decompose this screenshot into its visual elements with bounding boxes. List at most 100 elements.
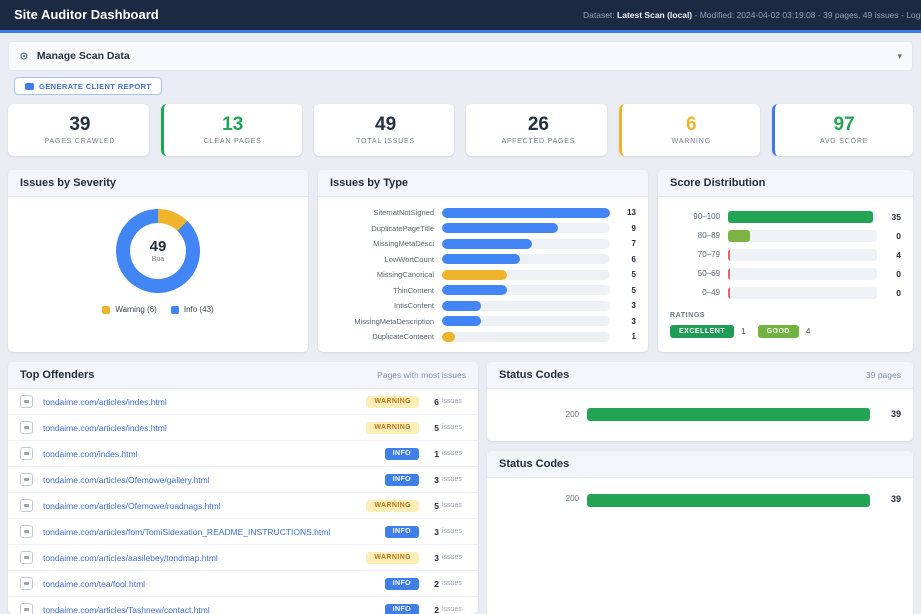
panel-title: Status Codes <box>499 458 570 470</box>
offender-page-link[interactable]: tondaime.com/articles/fom/TomiSidexation… <box>43 527 330 537</box>
issues-label: issues <box>442 554 462 561</box>
offender-row: tondaime.com/articles/Tashnew/contact.ht… <box>8 597 478 614</box>
type-bar-row: SitematNotSigned 13 <box>330 205 636 221</box>
type-bar-row: MissingMetaDesci 7 <box>330 236 636 252</box>
stat-label: TOTAL ISSUES <box>356 138 415 145</box>
bar-track <box>728 248 877 261</box>
bar-track <box>442 331 610 342</box>
panel-header: Issues by Severity <box>8 170 308 197</box>
manage-scan-label: Manage Scan Data <box>36 50 130 62</box>
status-codes-panel-1: Status Codes 39 pages 200 39 <box>487 362 913 441</box>
offender-page-link[interactable]: tondaime.com/articles/indes.html <box>43 397 167 407</box>
stat-card-avg-score: 97 AVG SCORE <box>772 104 913 156</box>
manage-scan-data-accordion[interactable]: ⚙ Manage Scan Data ▾ <box>8 41 913 71</box>
issues-label: issues <box>442 580 462 587</box>
offender-row-meta: WARNING 5 issues <box>347 421 466 434</box>
issues-by-severity-panel: Issues by Severity 49 Bua Warning (6) Inf… <box>8 170 308 352</box>
status-bar-value: 39 <box>890 494 901 504</box>
bar-value: 35 <box>891 211 901 222</box>
type-bar-row: IntisContent 3 <box>330 298 636 314</box>
issue-count: 6 <box>434 396 439 407</box>
severity-badge-warning: WARNING <box>366 421 419 434</box>
type-bar-row: DuplicateConteent 1 <box>330 329 636 345</box>
offender-page-link[interactable]: tondaime.com/articles/Ofemowe/gallery.ht… <box>43 475 210 485</box>
bar-value: 5 <box>631 285 636 295</box>
bar-value: 4 <box>896 249 901 260</box>
status-bar-track <box>587 407 879 421</box>
score-distribution-panel: Score Distribution 90–100 35 80–89 0 70–79 4 5… <box>658 170 913 352</box>
offender-row: tondaime.com/indes.html INFO 1 issues <box>8 441 478 467</box>
stat-label: AFFECTED PAGES <box>501 138 576 145</box>
score-bar-row: 90–100 35 <box>670 207 901 226</box>
bar-category-label: DuplicatePageTitle <box>371 223 434 233</box>
type-bar-row: MissingCanorical 5 <box>330 267 636 283</box>
bar-fill <box>442 300 481 311</box>
offender-row: tondaime.com/articles/indes.html WARNING 5… <box>8 415 478 441</box>
bar-track <box>442 238 610 249</box>
bar-fill <box>442 316 481 327</box>
offender-row-meta: WARNING 3 issues <box>347 551 466 564</box>
stat-value: 13 <box>222 114 244 135</box>
badge-wrap: INFO <box>347 577 419 590</box>
status-code-label: 200 <box>565 494 579 503</box>
offender-page-link[interactable]: tondaime.com/articles/Ofemowe/roadnags.h… <box>43 501 221 511</box>
legend-item-warning: Warning (6) <box>102 305 157 314</box>
offender-page-link[interactable]: tondaime.com/articles/Tashnew/contact.ht… <box>43 605 210 614</box>
bar-category-label: SitematNotSigned <box>373 208 434 218</box>
app-title: Site Auditor Dashboard <box>14 7 159 22</box>
issue-count: 5 <box>434 500 439 511</box>
stat-card-warning: 6 WARNING <box>619 104 761 156</box>
bar-fill <box>728 229 751 242</box>
issues-label: issues <box>442 606 462 613</box>
bar-track <box>442 285 610 296</box>
offender-row-meta: WARNING 5 issues <box>347 499 466 512</box>
printer-icon <box>25 82 34 90</box>
offender-page-link[interactable]: tondaime.com/tea/fool.html <box>43 579 145 589</box>
chevron-down-icon: ▾ <box>897 50 902 61</box>
score-bar-row: 70–79 4 <box>670 245 901 264</box>
offender-list: tondaime.com/articles/indes.html WARNING 6… <box>8 389 478 614</box>
bar-fill <box>442 285 507 296</box>
page-icon <box>20 577 33 590</box>
bar-value: 0 <box>896 268 901 279</box>
severity-badge-warning: WARNING <box>366 551 419 564</box>
severity-legend: Warning (6) Info (43) <box>8 305 308 314</box>
ratings-badges: EXCELLENT 1 GOOD 4 <box>670 325 901 338</box>
bar-fill <box>728 210 873 223</box>
severity-donut-chart: 49 Bua <box>116 209 200 293</box>
score-range-label: 0–49 <box>702 288 720 297</box>
badge-wrap: WARNING <box>347 551 419 564</box>
issues-label: issues <box>442 450 462 457</box>
badge-wrap: INFO <box>347 525 419 538</box>
generate-report-label: GENERATE CLIENT REPORT <box>39 81 152 91</box>
bar-track <box>442 269 610 280</box>
rating-count: 4 <box>805 327 811 336</box>
score-distribution-chart: 90–100 35 80–89 0 70–79 4 50–69 0 0–49 0 RATINGS … <box>658 197 913 338</box>
generate-client-report-button[interactable]: GENERATE CLIENT REPORT <box>14 77 163 95</box>
score-rows: 90–100 35 80–89 0 70–79 4 50–69 0 0–49 0 <box>670 207 901 302</box>
severity-badge-info: INFO <box>384 473 419 486</box>
bar-track <box>442 316 610 327</box>
bar-value: 3 <box>631 316 636 326</box>
top-offenders-panel: Top Offenders Pages with most issues ton… <box>8 362 478 614</box>
badge-wrap: WARNING <box>347 421 419 434</box>
ratings-section: RATINGS EXCELLENT 1 GOOD 4 <box>670 312 901 338</box>
score-range-label: 50–69 <box>697 269 720 278</box>
legend-label: Warning (6) <box>115 305 157 314</box>
offender-page-link[interactable]: tondaime.com/indes.html <box>43 449 138 459</box>
bar-fill <box>442 254 520 265</box>
dataset-value: Latest Scan (local) <box>617 10 693 20</box>
severity-badge-warning: WARNING <box>366 395 419 408</box>
status-bar-track <box>587 494 879 507</box>
status-codes-chart: 200 39 <box>487 478 913 507</box>
offender-page-link[interactable]: tondaime.com/articles/indes.html <box>43 423 167 433</box>
badge-wrap: WARNING <box>347 395 419 408</box>
issue-count: 2 <box>434 578 439 589</box>
offender-page-link[interactable]: tondaime.com/articles/aasilebey/tondmap.… <box>43 553 218 563</box>
dataset-label: Dataset: <box>583 10 615 20</box>
bar-value: 6 <box>631 254 636 264</box>
panel-header: Status Codes <box>487 451 913 478</box>
stat-value: 39 <box>69 114 91 135</box>
ratings-label: RATINGS <box>670 312 706 319</box>
page-icon <box>20 447 33 460</box>
